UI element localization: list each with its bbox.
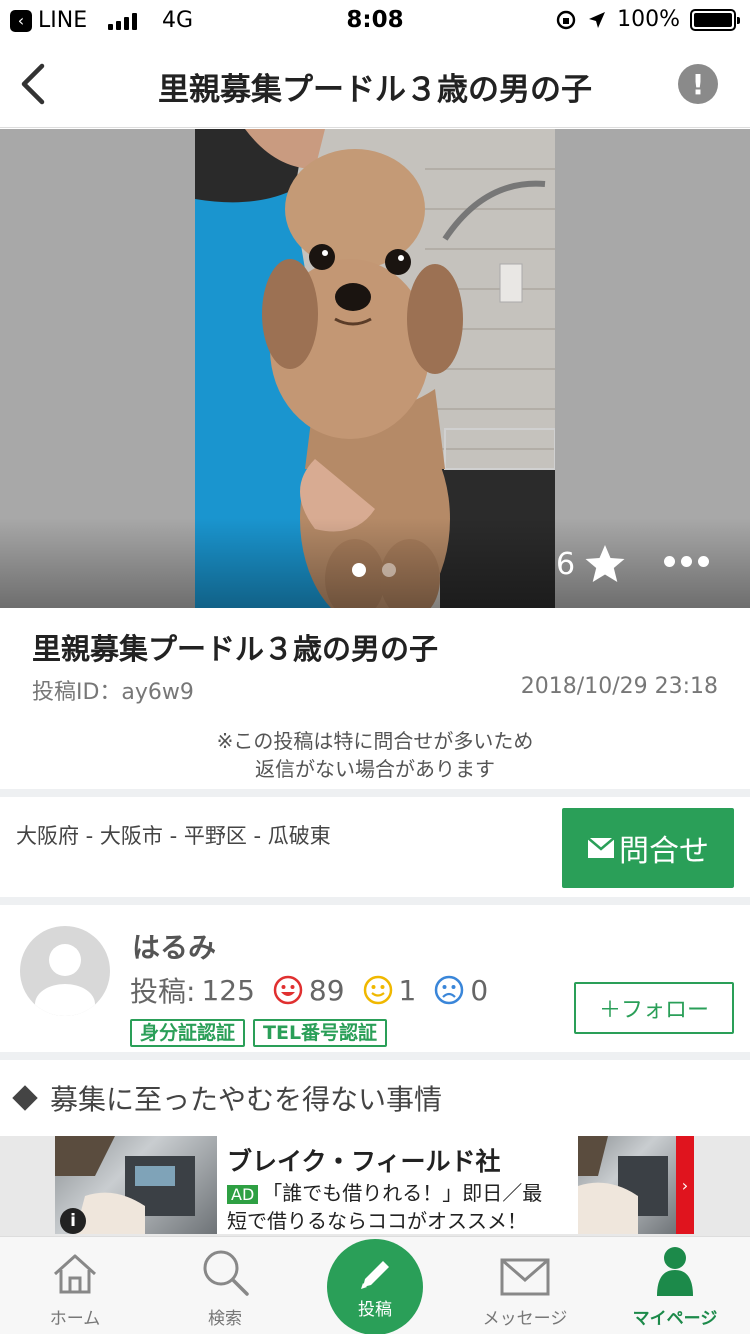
tab-mypage-label: マイページ xyxy=(632,1309,718,1329)
contact-label: 問合せ xyxy=(619,834,709,869)
bad-count: 0 xyxy=(470,973,489,1007)
tab-home[interactable]: ホーム xyxy=(0,1237,150,1334)
ad-arrow-icon[interactable]: › xyxy=(676,1136,694,1234)
tab-post[interactable]: 投稿 xyxy=(327,1239,423,1334)
ad-text-line-1: 「誰でも借りれる！」即日／最 xyxy=(262,1181,543,1205)
contact-button[interactable]: 問合せ xyxy=(562,808,734,888)
status-bar: ‹ LINE 4G 8:08 100% xyxy=(0,0,750,40)
more-options-icon[interactable] xyxy=(664,556,709,567)
carousel-indicator xyxy=(352,563,396,577)
user-icon xyxy=(657,1247,693,1296)
post-id: 投稿ID：ay6w9 xyxy=(32,680,194,705)
user-name[interactable]: はるみ xyxy=(132,926,216,966)
divider xyxy=(0,789,750,797)
orientation-lock-icon xyxy=(556,10,576,29)
tab-message-label: メッセージ xyxy=(482,1309,568,1329)
sad-face-icon xyxy=(435,975,464,1005)
posts-label: 投稿: xyxy=(130,975,196,1008)
pencil-icon xyxy=(361,1260,389,1289)
report-button[interactable]: ! xyxy=(678,64,718,104)
ad-image-right xyxy=(578,1136,678,1234)
section-heading: 募集に至ったやむを得ない事情 xyxy=(12,1078,442,1118)
tab-home-label: ホーム xyxy=(49,1309,101,1329)
notice-line-2: 返信がない場合があります xyxy=(255,757,495,781)
notice-line-1: ※この投稿は特に問合せが多いため xyxy=(216,729,534,753)
id-verified-badge: 身分証認証 xyxy=(130,1019,246,1047)
mail-icon xyxy=(500,1258,550,1296)
section-title-text: 募集に至ったやむを得ない事情 xyxy=(50,1083,443,1116)
favorite-button[interactable]: 6 xyxy=(556,543,627,585)
normal-count: 1 xyxy=(398,973,417,1007)
smile-face-icon xyxy=(273,975,303,1005)
carousel-dot-2[interactable] xyxy=(382,563,396,577)
good-count: 89 xyxy=(308,973,345,1007)
page-title: 里親募集プードル３歳の男の子 xyxy=(158,72,592,108)
avatar[interactable] xyxy=(20,926,110,1016)
tab-post-label: 投稿 xyxy=(358,1299,392,1320)
envelope-icon xyxy=(587,837,615,858)
neutral-face-icon xyxy=(363,975,392,1005)
tab-search-label: 検索 xyxy=(208,1309,242,1329)
ad-text: AD 「誰でも借りれる！」即日／最 短で借りるならココがオススメ！ xyxy=(227,1180,568,1234)
post-date: 2018/10/29 23:18 xyxy=(520,674,718,699)
ad-info-icon[interactable]: i xyxy=(60,1208,86,1234)
ad-body: ブレイク・フィールド社 AD 「誰でも借りれる！」即日／最 短で借りるならココがオ… xyxy=(217,1136,578,1234)
verification-badges: 身分証認証 TEL番号認証 xyxy=(130,1019,388,1047)
location-text: 大阪府 - 大阪市 - 平野区 - 瓜破東 xyxy=(16,824,331,848)
tab-mypage[interactable]: マイページ xyxy=(600,1237,750,1334)
photo-carousel[interactable] xyxy=(0,129,750,608)
posts-count: 125 xyxy=(201,973,255,1007)
tab-bar: ホーム 検索 投稿 メッセージ マイページ xyxy=(0,1236,750,1334)
nav-header: 里親募集プードル３歳の男の子 ! xyxy=(0,40,750,128)
divider xyxy=(0,897,750,905)
location-icon xyxy=(589,11,606,28)
exclamation-icon: ! xyxy=(691,67,705,101)
post-title: 里親募集プードル３歳の男の子 xyxy=(32,632,439,666)
ad-title: ブレイク・フィールド社 xyxy=(227,1147,501,1176)
battery-icon xyxy=(690,8,740,31)
tab-search[interactable]: 検索 xyxy=(150,1237,300,1334)
diamond-icon xyxy=(12,1085,38,1111)
ad-banner[interactable]: i ブレイク・フィールド社 AD 「誰でも借りれる！」即日／最 短で借りるならココ… xyxy=(0,1136,750,1236)
home-icon xyxy=(53,1254,97,1294)
carousel-dot-1[interactable] xyxy=(352,563,366,577)
inquiry-notice: ※この投稿は特に問合せが多いため 返信がない場合があります xyxy=(0,727,750,783)
star-icon xyxy=(585,545,625,582)
favorite-count: 6 xyxy=(556,546,576,582)
battery-percent: 100% xyxy=(617,7,680,32)
ad-tag: AD xyxy=(227,1185,259,1204)
tab-message[interactable]: メッセージ xyxy=(450,1237,600,1334)
follow-button[interactable]: ＋フォロー xyxy=(574,982,734,1034)
ad-text-line-2: 短で借りるならココがオススメ！ xyxy=(227,1209,527,1233)
divider xyxy=(0,1052,750,1060)
search-icon xyxy=(203,1250,249,1296)
user-stats: 投稿: 125 89 1 0 xyxy=(130,970,498,1010)
tel-verified-badge: TEL番号認証 xyxy=(253,1019,388,1047)
